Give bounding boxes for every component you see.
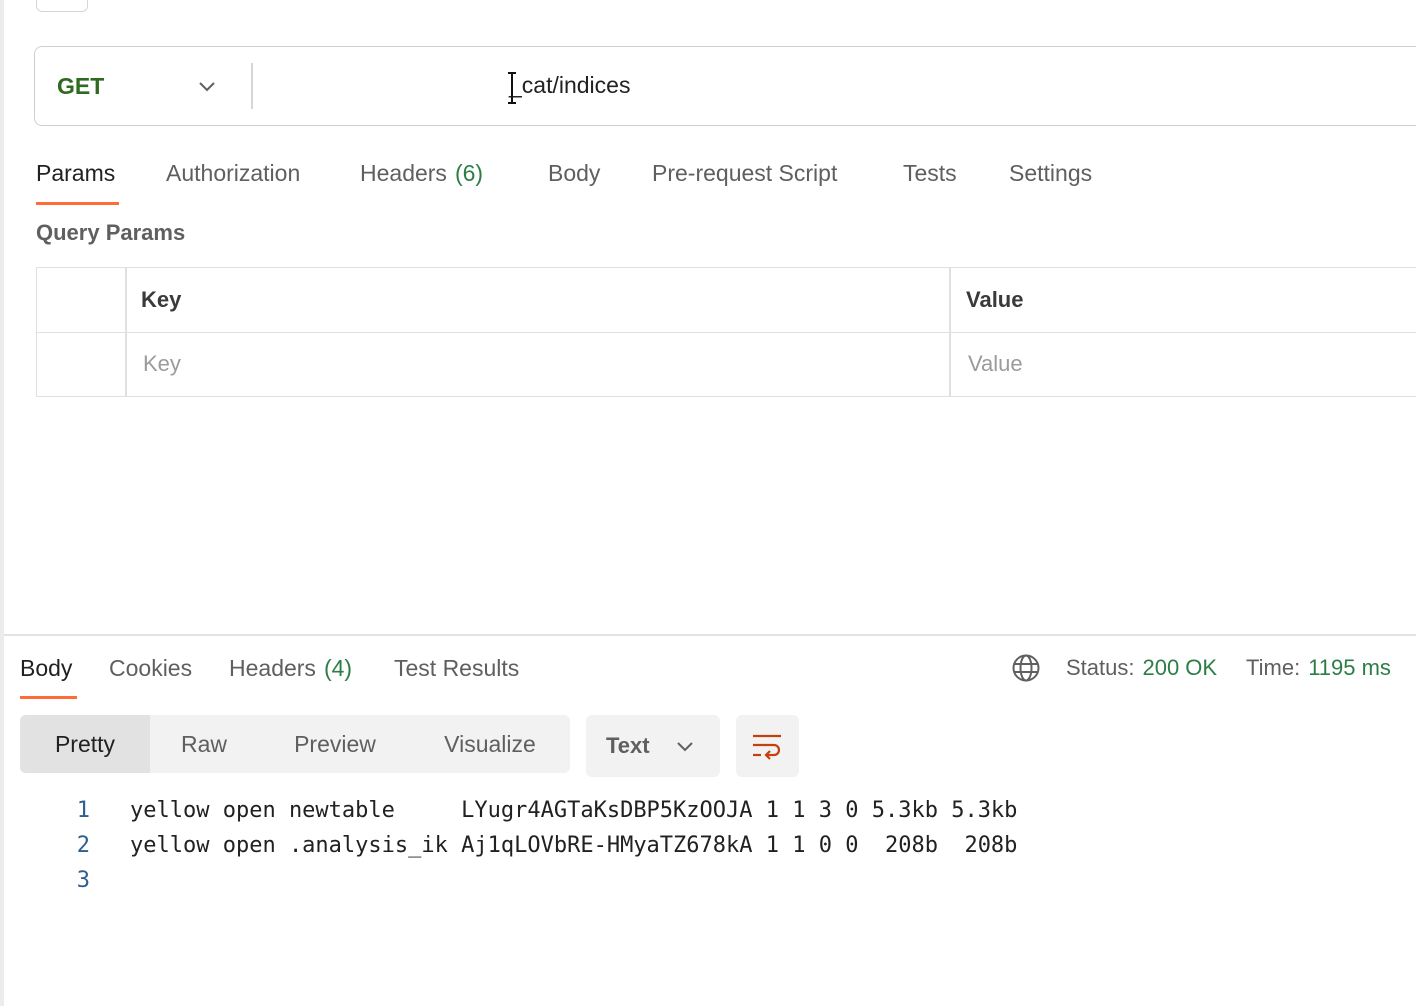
- response-time[interactable]: Time: 1195 ms: [1246, 646, 1391, 690]
- response-tab-cookies[interactable]: Cookies: [109, 646, 192, 690]
- tab-pre-request-script[interactable]: Pre-request Script: [652, 150, 837, 196]
- response-divider[interactable]: [4, 634, 1416, 636]
- line-number: 1: [76, 798, 90, 823]
- tab-label: Headers: [229, 654, 316, 681]
- code-line: 3: [0, 868, 1416, 903]
- time-value: 1195 ms: [1308, 655, 1391, 680]
- active-tab-indicator: [36, 202, 119, 205]
- tab-label: Params: [36, 159, 116, 186]
- tab-label: Tests: [903, 159, 957, 186]
- time-label: Time:: [1246, 655, 1301, 680]
- view-pretty-button[interactable]: Pretty: [20, 715, 150, 773]
- format-select[interactable]: Text: [586, 715, 720, 777]
- column-divider: [949, 268, 951, 396]
- chevron-down-icon[interactable]: [195, 74, 219, 98]
- tab-label: Authorization: [166, 159, 301, 186]
- tab-settings[interactable]: Settings: [1009, 150, 1092, 196]
- table-row: Key Value: [37, 332, 1416, 396]
- view-visualize-button[interactable]: Visualize: [420, 715, 560, 773]
- active-response-tab-indicator: [20, 696, 77, 699]
- response-tab-headers[interactable]: Headers (4): [229, 646, 352, 690]
- wrap-lines-icon: [753, 734, 781, 760]
- response-status[interactable]: Status: 200 OK: [1066, 646, 1217, 690]
- param-value-input[interactable]: Value: [968, 332, 1416, 396]
- tab-label: Headers: [360, 159, 447, 186]
- column-divider: [125, 268, 127, 396]
- top-pill-button[interactable]: [36, 0, 88, 12]
- view-raw-button[interactable]: Raw: [156, 715, 252, 773]
- method-select[interactable]: GET: [57, 47, 104, 125]
- tab-count: (6): [454, 159, 484, 186]
- tab-label: Settings: [1009, 159, 1093, 186]
- status-label: Status:: [1066, 655, 1135, 680]
- line-text: yellow open .analysis_ik Aj1qLOVbRE-HMya…: [130, 833, 1018, 858]
- text-cursor-icon: [508, 72, 516, 104]
- wrap-lines-button[interactable]: [736, 715, 799, 777]
- param-key-input[interactable]: Key: [143, 332, 943, 396]
- tab-authorization[interactable]: Authorization: [166, 150, 300, 196]
- code-line: 2 yellow open .analysis_ik Aj1qLOVbRE-HM…: [0, 833, 1416, 868]
- response-tab-body[interactable]: Body: [20, 646, 72, 690]
- query-params-table: Key Value Key Value: [36, 267, 1416, 397]
- method-separator: [251, 63, 253, 109]
- query-params-title: Query Params: [36, 220, 186, 245]
- line-text: yellow open newtable LYugr4AGTaKsDBP5KzO…: [130, 798, 1018, 823]
- url-bar: GET _cat/indices: [34, 46, 1416, 126]
- tab-tests[interactable]: Tests: [903, 150, 957, 196]
- format-label: Text: [606, 733, 650, 758]
- globe-icon[interactable]: [1011, 653, 1041, 683]
- status-value: 200 OK: [1142, 655, 1218, 680]
- response-tab-test-results[interactable]: Test Results: [394, 646, 519, 690]
- tab-label: Body: [548, 159, 601, 186]
- tab-params[interactable]: Params: [36, 150, 115, 196]
- tab-count: (4): [323, 654, 353, 681]
- value-column-header: Value: [966, 287, 1024, 312]
- table-header-row: Key Value: [37, 268, 1416, 333]
- line-number: 2: [76, 833, 90, 858]
- tab-label: Cookies: [109, 654, 193, 681]
- line-number: 3: [76, 868, 90, 893]
- tab-label: Body: [20, 654, 73, 681]
- key-column-header: Key: [141, 287, 182, 312]
- tab-headers[interactable]: Headers (6): [360, 150, 483, 196]
- code-line: 1 yellow open newtable LYugr4AGTaKsDBP5K…: [0, 798, 1416, 833]
- tab-label: Test Results: [394, 654, 520, 681]
- view-preview-button[interactable]: Preview: [270, 715, 400, 773]
- tab-body[interactable]: Body: [548, 150, 600, 196]
- tab-label: Pre-request Script: [652, 159, 838, 186]
- url-input[interactable]: _cat/indices: [509, 47, 630, 123]
- view-mode-selector: Pretty Raw Preview Visualize: [20, 715, 570, 773]
- chevron-down-icon: [677, 742, 693, 752]
